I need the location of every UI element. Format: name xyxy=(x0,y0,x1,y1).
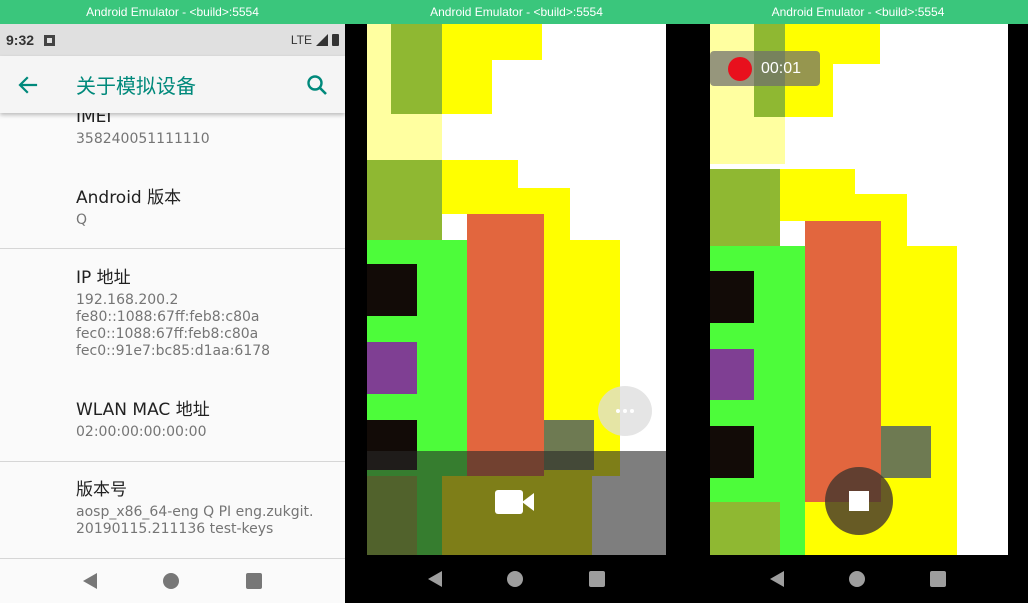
recording-preview[interactable]: 00:01 xyxy=(710,24,1008,555)
more-options-button[interactable] xyxy=(598,386,652,436)
nav-back-icon[interactable] xyxy=(427,571,442,587)
back-button[interactable] xyxy=(0,57,56,113)
status-bar: 9:32 LTE xyxy=(0,24,345,56)
emulator-window-camera: Android Emulator - <build>:5554 xyxy=(345,0,688,603)
preview-block xyxy=(957,246,1008,555)
video-camera-lens xyxy=(522,493,534,511)
nav-back-icon[interactable] xyxy=(770,571,785,587)
emulator-window-settings: Android Emulator - <build>:5554 9:32 LTE… xyxy=(0,0,345,603)
navigation-bar xyxy=(688,555,1028,603)
settings-list[interactable]: IMEI 358240051111110 Android 版本 Q IP 地址 … xyxy=(0,113,345,559)
search-button[interactable] xyxy=(289,57,345,113)
battery-icon xyxy=(332,34,339,46)
nav-home-icon[interactable] xyxy=(507,571,524,587)
pref-summary: 358240051111110 xyxy=(76,131,210,147)
record-dot-icon xyxy=(728,56,752,81)
window-title: Android Emulator - <build>:5554 xyxy=(0,0,345,24)
recording-timer: 00:01 xyxy=(761,59,802,77)
preview-block xyxy=(467,214,544,478)
pref-wlan-mac[interactable]: WLAN MAC 地址 02:00:00:00:00:00 xyxy=(0,400,345,441)
preview-block xyxy=(907,246,957,555)
video-camera-icon xyxy=(495,490,523,514)
preview-block xyxy=(881,426,931,478)
pref-title: IP 地址 xyxy=(76,268,131,288)
recording-indicator: 00:01 xyxy=(710,51,820,86)
nav-recent-icon[interactable] xyxy=(245,573,262,589)
preview-block xyxy=(710,169,780,247)
pref-summary: 02:00:00:00:00:00 xyxy=(76,424,207,440)
more-dots-icon xyxy=(623,409,627,413)
pref-title: WLAN MAC 地址 xyxy=(76,400,210,420)
preview-block xyxy=(780,502,805,555)
divider xyxy=(0,461,345,462)
pref-imei[interactable]: IMEI 358240051111110 xyxy=(0,113,345,148)
pref-summary: 192.168.200.2 fe80::1088:67ff:feb8:c80a … xyxy=(76,292,271,359)
preview-block xyxy=(367,264,417,316)
pref-summary: Q xyxy=(76,212,88,228)
search-icon xyxy=(307,74,327,95)
pref-title: IMEI xyxy=(76,113,112,127)
more-dots-icon xyxy=(630,409,634,413)
start-recording-button[interactable] xyxy=(495,484,539,518)
pref-title: 版本号 xyxy=(76,480,127,500)
nav-recent-icon[interactable] xyxy=(929,571,946,587)
preview-block xyxy=(391,24,442,114)
status-right: LTE xyxy=(291,33,339,47)
emulator-window-recording: Android Emulator - <build>:5554 00:01 xyxy=(688,0,1028,603)
navigation-bar xyxy=(0,559,345,603)
signal-icon xyxy=(316,34,328,46)
preview-block xyxy=(710,426,754,478)
pref-android-version[interactable]: Android 版本 Q xyxy=(0,188,345,229)
notification-icon xyxy=(44,34,56,46)
window-title: Android Emulator - <build>:5554 xyxy=(345,0,688,24)
preview-block xyxy=(442,60,492,114)
preview-block xyxy=(367,160,442,240)
preview-block xyxy=(710,349,754,400)
preview-block xyxy=(805,221,881,502)
divider xyxy=(0,248,345,249)
preview-block xyxy=(442,24,542,60)
preview-block xyxy=(710,502,780,555)
preview-block xyxy=(710,271,754,323)
pref-build-number[interactable]: 版本号 aosp_x86_64-eng Q PI eng.zukgit. 201… xyxy=(0,480,345,538)
status-time: 9:32 xyxy=(6,32,35,48)
stop-recording-button[interactable] xyxy=(825,467,893,535)
pref-title: Android 版本 xyxy=(76,188,182,208)
nav-recent-icon[interactable] xyxy=(589,571,606,587)
app-bar: 关于模拟设备 xyxy=(0,56,345,113)
nav-home-icon[interactable] xyxy=(848,571,865,587)
network-type: LTE xyxy=(290,33,312,47)
nav-back-icon[interactable] xyxy=(83,573,98,589)
pref-summary: aosp_x86_64-eng Q PI eng.zukgit. 2019011… xyxy=(76,504,314,537)
camera-preview[interactable] xyxy=(367,24,666,555)
stop-icon xyxy=(849,491,869,511)
more-dots-icon xyxy=(616,409,620,413)
navigation-bar xyxy=(345,555,688,603)
window-title: Android Emulator - <build>:5554 xyxy=(688,0,1028,24)
page-title: 关于模拟设备 xyxy=(76,74,196,98)
nav-home-icon[interactable] xyxy=(163,573,180,589)
preview-block xyxy=(367,342,417,394)
back-arrow-icon xyxy=(18,75,38,94)
pref-ip-address[interactable]: IP 地址 192.168.200.2 fe80::1088:67ff:feb8… xyxy=(0,268,345,360)
